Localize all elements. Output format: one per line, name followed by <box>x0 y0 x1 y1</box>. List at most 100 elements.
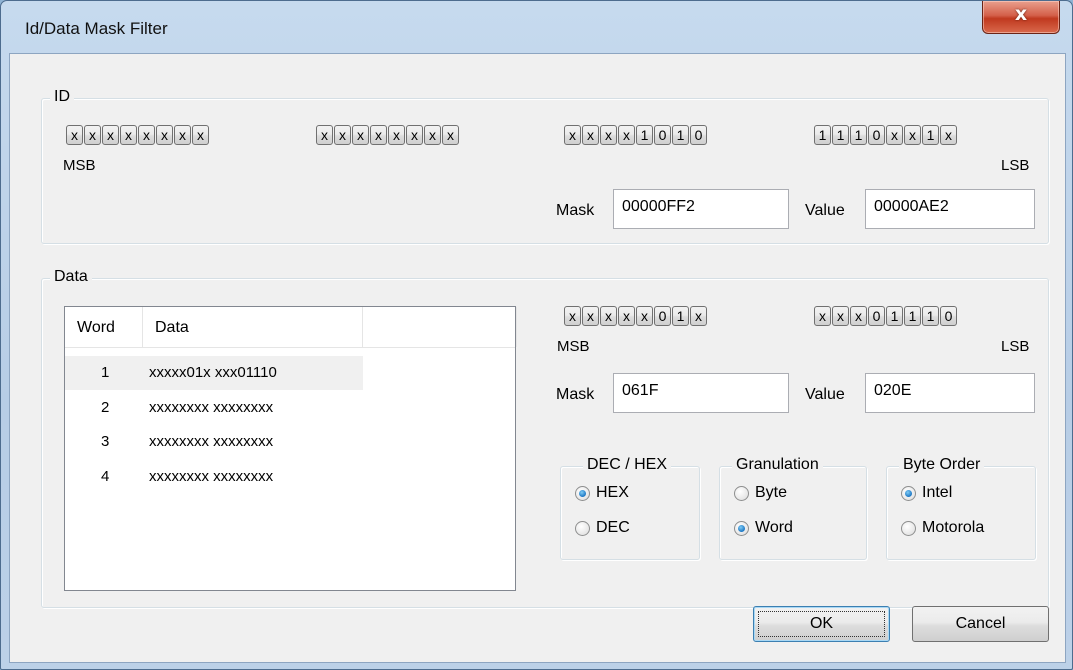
id-bit-toggle[interactable]: x <box>618 125 635 145</box>
data-bit-toggle[interactable]: 0 <box>654 306 671 326</box>
id-bit-toggle[interactable]: 1 <box>636 125 653 145</box>
ok-button[interactable]: OK <box>753 606 890 642</box>
id-bit-toggle[interactable]: x <box>316 125 333 145</box>
data-bit-toggle[interactable]: x <box>814 306 831 326</box>
radio-intel[interactable]: Intel <box>901 484 952 502</box>
id-mask-input[interactable]: 00000FF2 <box>613 189 789 229</box>
radio-unchecked-icon <box>901 520 916 536</box>
data-bit-toggle[interactable]: 1 <box>922 306 939 326</box>
radio-checked-icon <box>901 485 916 501</box>
column-header-data[interactable]: Data <box>143 307 363 347</box>
list-item-data: xxxxx01x xxx01110 <box>149 364 277 381</box>
data-bit-toggle[interactable]: 0 <box>868 306 885 326</box>
data-bit-toggle[interactable]: 1 <box>886 306 903 326</box>
radio-motorola[interactable]: Motorola <box>901 519 984 537</box>
column-header-word[interactable]: Word <box>65 307 143 347</box>
id-bit-toggle[interactable]: 0 <box>654 125 671 145</box>
id-byte-1-bits: x x x x 1 0 1 0 <box>564 125 707 145</box>
id-bit-toggle[interactable]: x <box>156 125 173 145</box>
id-bit-toggle[interactable]: x <box>192 125 209 145</box>
radio-motorola-label: Motorola <box>922 519 985 536</box>
window-title: Id/Data Mask Filter <box>25 19 168 38</box>
id-bit-toggle[interactable]: x <box>370 125 387 145</box>
radio-word[interactable]: Word <box>734 519 793 537</box>
word-data-listview[interactable]: Word Data 1 xxxxx01x xxx01110 2 xxxxxxxx… <box>64 306 517 591</box>
data-lsb-label: LSB <box>1001 338 1030 355</box>
id-bit-toggle[interactable]: x <box>600 125 617 145</box>
id-bit-toggle[interactable]: 1 <box>850 125 867 145</box>
id-bit-toggle[interactable]: x <box>406 125 423 145</box>
close-icon: x <box>1014 3 1028 25</box>
id-bit-toggle[interactable]: 0 <box>690 125 707 145</box>
data-mask-input[interactable]: 061F <box>613 373 789 413</box>
data-bit-toggle[interactable]: x <box>832 306 849 326</box>
data-msb-label: MSB <box>557 338 590 355</box>
list-item-word: 3 <box>101 433 110 450</box>
list-item-word: 4 <box>101 468 110 485</box>
data-bit-toggle[interactable]: x <box>564 306 581 326</box>
id-bit-toggle[interactable]: 1 <box>922 125 939 145</box>
id-bit-toggle[interactable]: x <box>564 125 581 145</box>
list-item-word: 2 <box>101 399 110 416</box>
radio-intel-label: Intel <box>922 484 953 501</box>
radio-dec[interactable]: DEC <box>575 519 630 537</box>
close-button[interactable]: x <box>982 1 1060 34</box>
granulation-group-label: Granulation <box>732 456 823 474</box>
radio-hex[interactable]: HEX <box>575 484 629 502</box>
data-bit-toggle[interactable]: x <box>618 306 635 326</box>
list-item[interactable]: 3 xxxxxxxx xxxxxxxx <box>65 425 363 459</box>
id-bit-toggle[interactable]: x <box>120 125 137 145</box>
data-bit-toggle[interactable]: 1 <box>904 306 921 326</box>
listview-header: Word Data <box>65 307 517 348</box>
data-bit-toggle[interactable]: x <box>582 306 599 326</box>
id-bit-toggle[interactable]: x <box>424 125 441 145</box>
data-bit-toggle[interactable]: x <box>600 306 617 326</box>
id-bit-toggle[interactable]: x <box>940 125 957 145</box>
list-item[interactable]: 2 xxxxxxxx xxxxxxxx <box>65 391 363 425</box>
radio-byte[interactable]: Byte <box>734 484 787 502</box>
id-bit-toggle[interactable]: 1 <box>814 125 831 145</box>
id-bit-toggle[interactable]: x <box>102 125 119 145</box>
data-byte-low-bits: x x x 0 1 1 1 0 <box>814 306 957 326</box>
list-item[interactable]: 4 xxxxxxxx xxxxxxxx <box>65 460 363 494</box>
id-bit-toggle[interactable]: x <box>442 125 459 145</box>
list-item[interactable]: 1 xxxxx01x xxx01110 <box>65 356 363 390</box>
id-bit-toggle[interactable]: x <box>886 125 903 145</box>
id-bit-toggle[interactable]: x <box>174 125 191 145</box>
data-bit-toggle[interactable]: x <box>850 306 867 326</box>
list-item-data: xxxxxxxx xxxxxxxx <box>149 433 274 450</box>
id-byte-0-bits: 1 1 1 0 x x 1 x <box>814 125 957 145</box>
cancel-button[interactable]: Cancel <box>912 606 1049 642</box>
id-bit-toggle[interactable]: x <box>66 125 83 145</box>
radio-checked-icon <box>734 520 749 536</box>
id-value-label: Value <box>805 202 845 219</box>
id-bit-toggle[interactable]: 1 <box>672 125 689 145</box>
data-byte-high-bits: x x x x x 0 1 x <box>564 306 707 326</box>
id-lsb-label: LSB <box>1001 157 1030 174</box>
data-value-input[interactable]: 020E <box>865 373 1035 413</box>
radio-hex-label: HEX <box>596 484 629 501</box>
id-bit-toggle[interactable]: x <box>138 125 155 145</box>
id-bit-toggle[interactable]: x <box>904 125 921 145</box>
id-bit-toggle[interactable]: x <box>582 125 599 145</box>
title-bar[interactable]: Id/Data Mask Filter x <box>1 1 1072 53</box>
radio-checked-icon <box>575 485 590 501</box>
id-bit-toggle[interactable]: x <box>84 125 101 145</box>
id-bit-toggle[interactable]: x <box>388 125 405 145</box>
id-bit-toggle[interactable]: x <box>334 125 351 145</box>
id-bit-toggle[interactable]: x <box>352 125 369 145</box>
data-bit-toggle[interactable]: 0 <box>940 306 957 326</box>
id-bit-toggle[interactable]: 0 <box>868 125 885 145</box>
id-value-input[interactable]: 00000AE2 <box>865 189 1035 229</box>
list-item-word: 1 <box>101 364 110 381</box>
id-msb-label: MSB <box>63 157 96 174</box>
id-mask-label: Mask <box>556 202 595 219</box>
data-bit-toggle[interactable]: x <box>636 306 653 326</box>
dialog-client-area: ID x x x x x x x x x x x x x x x x x x x… <box>9 53 1066 663</box>
data-bit-toggle[interactable]: x <box>690 306 707 326</box>
radio-unchecked-icon <box>734 485 749 501</box>
data-bit-toggle[interactable]: 1 <box>672 306 689 326</box>
byte-order-groupbox: Byte Order Intel Motorola <box>886 456 1036 560</box>
id-bit-toggle[interactable]: 1 <box>832 125 849 145</box>
radio-dec-label: DEC <box>596 519 630 536</box>
